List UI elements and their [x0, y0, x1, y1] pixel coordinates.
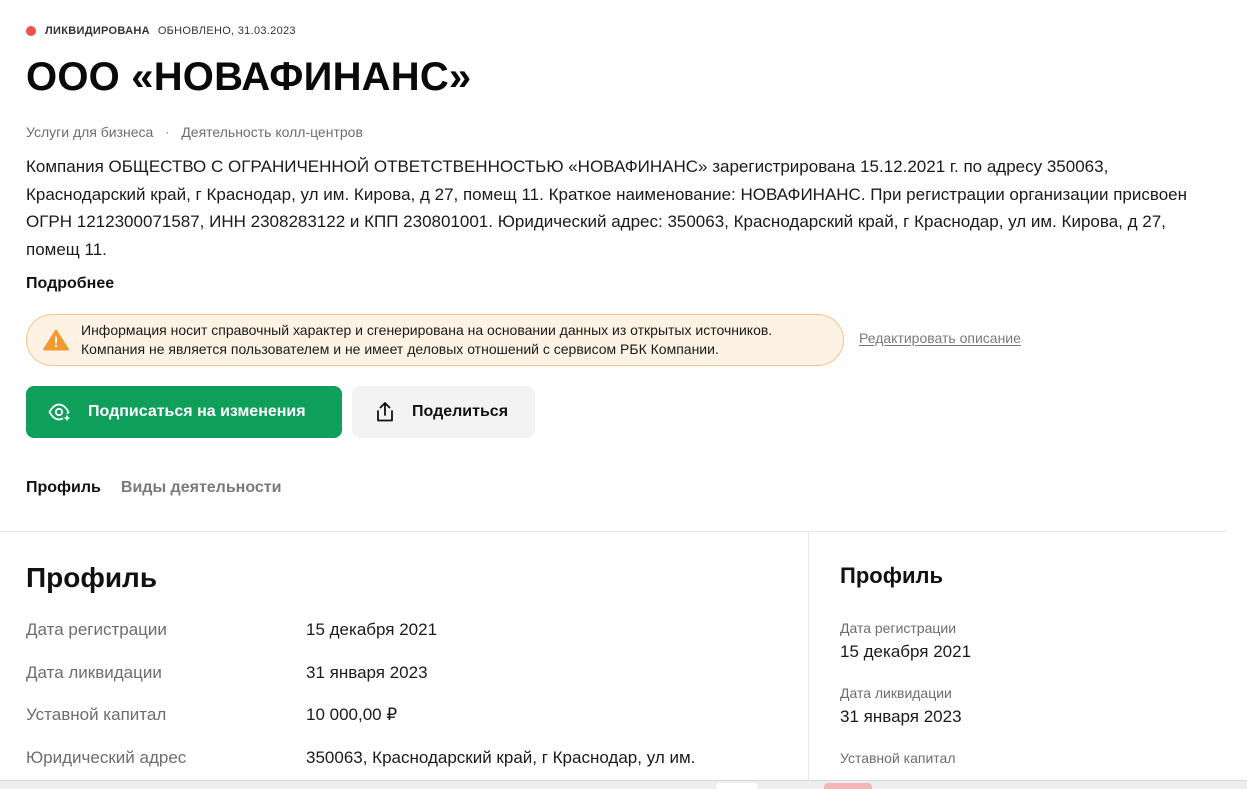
sidebar-item-value: 15 декабря 2021: [840, 642, 972, 661]
tab-bar: Профиль Виды деятельности: [26, 479, 301, 497]
profile-value: 15 декабря 2021: [306, 620, 438, 639]
sidebar-item-label: Дата ликвидации: [840, 685, 952, 701]
breadcrumb: Услуги для бизнеса · Деятельность колл-ц…: [26, 124, 363, 140]
bottom-tab-chip-alert[interactable]: [824, 783, 872, 789]
breadcrumb-separator: ·: [165, 125, 170, 139]
warning-icon: [43, 329, 69, 351]
sidebar-item-label: Дата регистрации: [840, 620, 957, 636]
sidebar-item-label: Уставной капитал: [840, 750, 956, 766]
profile-heading: Профиль: [26, 562, 158, 593]
bottom-tab-chip[interactable]: [716, 783, 758, 789]
eye-plus-icon: [48, 403, 71, 422]
sidebar-item: Дата ликвидации 31 января 2023: [840, 685, 1220, 750]
tab-activities[interactable]: Виды деятельности: [121, 479, 282, 497]
subscribe-button[interactable]: Подписаться на изменения: [26, 386, 342, 438]
subscribe-button-label: Подписаться на изменения: [88, 403, 306, 420]
notice-text: Информация носит справочный характер и с…: [81, 321, 772, 359]
edit-description-link[interactable]: Редактировать описание: [859, 330, 1021, 346]
sidebar-heading: Профиль: [840, 563, 943, 588]
profile-row: Уставной капитал 10 000,00 ₽: [26, 705, 786, 748]
breadcrumb-item-category[interactable]: Услуги для бизнеса: [26, 124, 153, 140]
more-link[interactable]: Подробнее: [26, 275, 114, 293]
sidebar-item-value: 31 января 2023: [840, 707, 962, 726]
notice-line-1: Информация носит справочный характер и с…: [81, 322, 773, 338]
tab-profile[interactable]: Профиль: [26, 479, 101, 497]
status-dot-icon: [26, 26, 36, 36]
share-button-label: Поделиться: [412, 403, 509, 420]
status-badge: ЛИКВИДИРОВАНА: [45, 25, 150, 37]
company-description: Компания ОБЩЕСТВО С ОГРАНИЧЕННОЙ ОТВЕТСТ…: [26, 157, 1187, 259]
status-row: ЛИКВИДИРОВАНА ОБНОВЛЕНО, 31.03.2023: [26, 25, 296, 37]
breadcrumb-item-activity[interactable]: Деятельность колл-центров: [181, 124, 363, 140]
sidebar-profile-list: Дата регистрации 15 декабря 2021 Дата ли…: [840, 620, 1220, 789]
info-notice: Информация носит справочный характер и с…: [26, 314, 844, 366]
profile-value: 350063, Краснодарский край, г Краснодар,…: [306, 747, 696, 767]
column-divider: [808, 532, 809, 789]
profile-label: Юридический адрес: [26, 747, 187, 767]
profile-label: Дата ликвидации: [26, 662, 162, 682]
updated-date: ОБНОВЛЕНО, 31.03.2023: [157, 25, 296, 37]
notice-line-2: Компания не является пользователем и не …: [81, 341, 719, 357]
profile-value: 10 000,00 ₽: [306, 705, 398, 724]
sidebar-item: Дата регистрации 15 декабря 2021: [840, 620, 1220, 685]
share-button[interactable]: Поделиться: [352, 386, 535, 438]
profile-table: Дата регистрации 15 декабря 2021 Дата ли…: [26, 620, 786, 789]
profile-row: Дата регистрации 15 декабря 2021: [26, 620, 786, 663]
page-title: ООО «НОВАФИНАНС»: [26, 55, 472, 99]
profile-label: Дата регистрации: [26, 620, 167, 639]
profile-row: Дата ликвидации 31 января 2023: [26, 663, 786, 706]
bottom-scrollbar[interactable]: [0, 780, 1247, 789]
section-divider: [0, 531, 1227, 532]
profile-value: 31 января 2023: [306, 662, 428, 682]
share-icon: [377, 402, 393, 422]
profile-label: Уставной капитал: [26, 705, 167, 724]
